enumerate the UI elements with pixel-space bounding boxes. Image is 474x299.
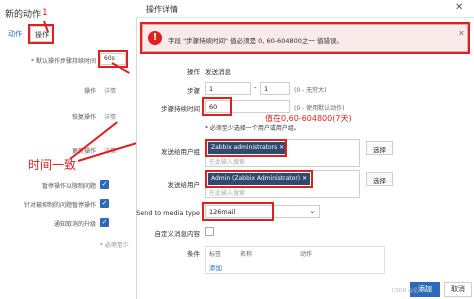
ops-label: 操作: [83, 88, 96, 95]
conditions-col-action: 动作: [300, 251, 313, 258]
close-icon[interactable]: ✕: [455, 2, 463, 13]
annotation-box-tab: [28, 24, 54, 44]
step-duration-label: 步骤持续时间: [161, 105, 200, 113]
dialog-title: 操作详情: [146, 5, 178, 14]
required-hint: * 必须至少选择一个用户或用户组。: [205, 125, 300, 132]
watermark: CSDN @星兴大人: [392, 288, 433, 294]
step-duration-hint: (0 - 使用默认动作): [294, 105, 345, 112]
annotation-box-error: [140, 22, 470, 54]
users-search-input[interactable]: 在此输入搜索: [209, 188, 245, 197]
annotation-box-user: [205, 170, 313, 188]
send-user-groups-label: 发送给用户组: [161, 148, 200, 156]
pause-suppressed-label: 针对被抑制的问题暂停操作: [23, 202, 96, 209]
media-type-label: Send to media type: [136, 209, 200, 217]
pause-label: 暂停操作以限制问题: [41, 183, 96, 190]
annotation-box-group: [205, 139, 287, 157]
annotation-number: 1: [42, 8, 48, 18]
pause-suppressed-checkbox[interactable]: ✓: [100, 199, 109, 208]
dialog-header: [136, 0, 474, 18]
operation-value: 发送消息: [205, 68, 231, 76]
cancel-button[interactable]: 取消: [444, 282, 472, 297]
recovery-label: 恢复操作: [71, 114, 96, 121]
conditions-col-name: 名称: [240, 251, 253, 258]
select-users-button[interactable]: 选择: [366, 172, 393, 186]
recovery-detail: 详情: [104, 114, 117, 121]
custom-message-checkbox[interactable]: [205, 227, 214, 236]
tab-action[interactable]: 动作: [8, 29, 22, 39]
page-title: 新的动作: [5, 10, 42, 20]
update-label: 更新操作: [71, 148, 96, 155]
ops-detail: 详情: [104, 88, 117, 95]
notify-cancel-label: 通知取消的升级: [53, 221, 96, 228]
pause-checkbox[interactable]: ✓: [100, 180, 109, 189]
user-groups-search-input[interactable]: 在此输入搜索: [209, 157, 245, 166]
send-users-label: 发送给用户: [167, 181, 201, 189]
add-condition-link[interactable]: 添加: [209, 262, 222, 272]
steps-label: 步骤: [187, 87, 200, 95]
annotation-box-media: [202, 202, 274, 221]
default-step-label: * 默认操作步骤持续时间: [31, 58, 96, 65]
step-to-input[interactable]: 1: [260, 82, 290, 95]
conditions-label: 条件: [187, 250, 200, 258]
conditions-col-label: 标签: [209, 251, 222, 258]
step-from-input[interactable]: 1: [205, 82, 251, 95]
operation-label: 操作: [187, 68, 200, 76]
select-user-groups-button[interactable]: 选择: [366, 141, 393, 155]
step-hint: (0 - 无穷大): [294, 87, 327, 94]
custom-message-label: 自定义消息内容: [154, 230, 201, 238]
step-separator: -: [254, 84, 257, 92]
notify-cancel-checkbox[interactable]: ✓: [100, 218, 109, 227]
annotation-box-duration: [202, 97, 232, 116]
chevron-down-icon: ⌄: [309, 207, 315, 215]
conditions-table: [205, 246, 385, 274]
